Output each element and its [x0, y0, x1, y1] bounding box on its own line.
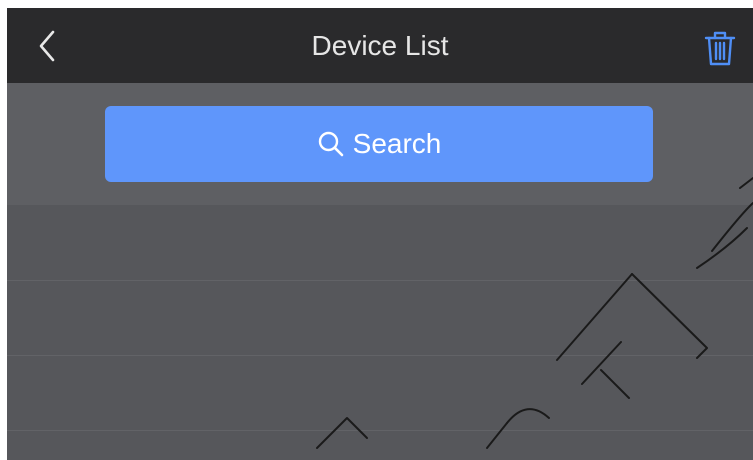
- device-list-screen: Device List Search: [7, 8, 753, 460]
- title-bar: Device List: [7, 8, 753, 83]
- search-button-label: Search: [352, 128, 442, 159]
- search-icon: [318, 131, 343, 157]
- list-item[interactable]: [7, 280, 753, 356]
- device-list: [7, 205, 753, 460]
- search-area: Search: [7, 83, 753, 205]
- delete-button[interactable]: [703, 28, 737, 68]
- trash-icon: [704, 31, 736, 66]
- list-item[interactable]: [7, 355, 753, 431]
- list-item[interactable]: [7, 205, 753, 281]
- search-button[interactable]: Search: [105, 106, 653, 182]
- page-title: Device List: [311, 30, 449, 61]
